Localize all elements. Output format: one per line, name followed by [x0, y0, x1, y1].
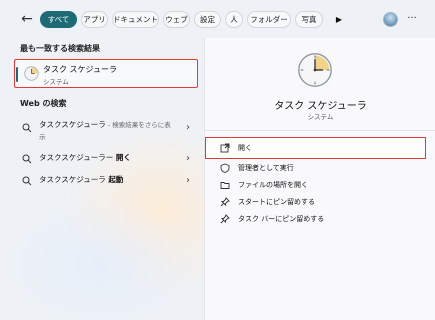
pin-taskbar-label: タスク バーにピン留めする: [238, 215, 325, 223]
background-glow-2: [0, 200, 200, 320]
open-label: 開く: [238, 144, 252, 152]
best-match-result[interactable]: タスク スケジューラ システム: [14, 59, 198, 88]
detail-title: タスク スケジューラ: [274, 101, 367, 112]
run-as-admin-label: 管理者として実行: [238, 164, 294, 172]
filter-apps[interactable]: アプリ: [81, 11, 108, 28]
filter-web[interactable]: ウェブ: [163, 11, 190, 28]
web-result[interactable]: タスクスケジューラ - 検索結果をさらに表示 ›: [18, 119, 196, 143]
web-result-query: タスクスケジューラ: [39, 175, 106, 184]
filter-people[interactable]: 人: [225, 11, 243, 28]
search-icon: [22, 154, 32, 164]
avatar[interactable]: [383, 12, 398, 27]
pin-icon: [220, 197, 230, 207]
best-match-heading: 最も一致する検索結果: [20, 44, 100, 53]
filter-photos[interactable]: 写真: [295, 11, 323, 28]
task-scheduler-icon: [24, 66, 39, 81]
pin-icon: [220, 214, 230, 224]
web-result-query: タスクスケジューラー: [39, 153, 114, 162]
search-icon: [22, 123, 32, 133]
best-match-name: タスク スケジューラ: [43, 65, 117, 74]
web-search-heading: Web の検索: [20, 99, 67, 108]
open-external-icon: [220, 143, 230, 153]
web-result-suffix: 起動: [105, 175, 124, 184]
open-file-location-label: ファイルの場所を開く: [238, 181, 308, 189]
search-icon: [22, 176, 32, 186]
chevron-right-icon: ›: [186, 175, 190, 186]
more-options-icon[interactable]: ···: [405, 11, 419, 28]
web-result[interactable]: タスクスケジューラ 起動 ›: [18, 172, 196, 194]
pin-start-label: スタートにピン留めする: [238, 198, 315, 206]
pin-taskbar-action[interactable]: タスク バーにピン留めする: [206, 211, 424, 227]
open-action[interactable]: 開く: [205, 137, 426, 159]
detail-subtitle: システム: [307, 113, 334, 121]
best-match-type: システム: [43, 78, 69, 86]
play-more-icon[interactable]: ▶: [333, 11, 345, 28]
run-as-admin-action[interactable]: 管理者として実行: [206, 160, 424, 176]
web-result[interactable]: タスクスケジューラー 開く ›: [18, 150, 196, 172]
open-file-location-action[interactable]: ファイルの場所を開く: [206, 177, 424, 193]
chevron-right-icon: ›: [186, 153, 190, 164]
chevron-right-icon: ›: [186, 122, 190, 133]
filter-settings[interactable]: 設定: [194, 11, 221, 28]
back-arrow-icon[interactable]: ←: [18, 10, 36, 28]
selection-indicator: [16, 67, 18, 82]
filter-bar: ← すべて アプリ ドキュメント ウェブ 設定 人 フォルダー 写真 ▶ ···: [0, 0, 435, 38]
web-result-suffix: 開く: [113, 153, 131, 162]
pin-start-action[interactable]: スタートにピン留めする: [206, 194, 424, 210]
folder-icon: [220, 182, 230, 189]
web-result-query: タスクスケジューラ: [39, 120, 106, 129]
detail-panel: タスク スケジューラ システム 開く 管理者として実行 ファイルの場所を開く ス…: [204, 38, 435, 320]
filter-all[interactable]: すべて: [40, 11, 77, 28]
filter-folders[interactable]: フォルダー: [247, 11, 291, 28]
divider: [205, 130, 435, 131]
filter-documents[interactable]: ドキュメント: [112, 11, 159, 28]
task-scheduler-icon: [298, 53, 332, 87]
admin-shield-icon: [220, 163, 230, 173]
